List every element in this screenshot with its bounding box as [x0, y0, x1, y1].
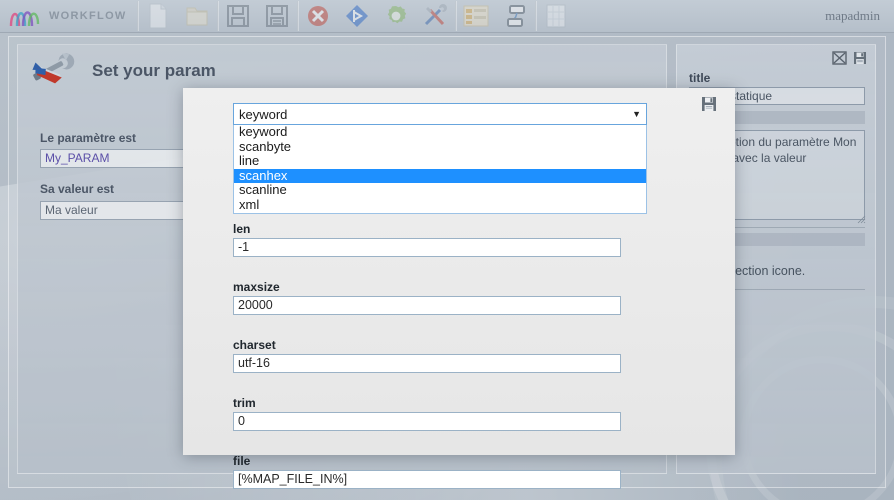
type-combobox-value: keyword [239, 106, 288, 122]
current-user-label: mapadmin [825, 8, 880, 23]
deploy-icon[interactable] [338, 1, 377, 32]
tools-wrench-icon [30, 48, 78, 93]
properties-list-icon[interactable] [457, 1, 496, 32]
top-toolbar: WORKFLOW mapadmin [0, 0, 894, 33]
workflow-logo-icon [9, 11, 40, 27]
parameter-value-input[interactable]: Ma valeur [40, 201, 190, 220]
chevron-down-icon: ▼ [632, 109, 641, 119]
properties-pane-window-buttons [832, 51, 867, 65]
parameter-settings-modal: keyword ▼ keyword scanbyte line scanhex scan… [183, 88, 735, 489]
save-as-icon[interactable] [258, 1, 297, 32]
dropdown-option[interactable]: scanbyte [234, 139, 646, 155]
tools-icon[interactable] [416, 1, 455, 32]
close-icon[interactable] [832, 51, 847, 65]
title-field-label: title [689, 71, 711, 85]
parameter-name-label: Le paramètre est [40, 131, 137, 145]
field-label: len [233, 222, 251, 236]
dropdown-option[interactable]: keyword [234, 124, 646, 140]
parameter-value-label: Sa valeur est [40, 182, 115, 196]
grid-icon[interactable] [537, 1, 576, 32]
open-folder-icon[interactable] [178, 1, 217, 32]
app-logo-text: WORKFLOW [49, 10, 127, 22]
field-input[interactable]: utf-16 [233, 354, 621, 373]
dropdown-option[interactable]: scanline [234, 183, 646, 198]
flow-link-icon[interactable] [496, 1, 535, 32]
save-icon[interactable] [701, 96, 717, 117]
new-document-icon[interactable] [139, 1, 178, 32]
field-input[interactable]: -1 [233, 238, 621, 257]
type-combobox[interactable]: keyword ▼ [233, 103, 647, 125]
settings-gear-icon[interactable] [377, 1, 416, 32]
field-input[interactable]: [%MAP_FILE_IN%] [233, 470, 621, 489]
page-header: Set your param [30, 48, 216, 93]
field-input[interactable]: 20000 [233, 296, 621, 315]
field-label: file [233, 454, 251, 468]
type-dropdown-list[interactable]: keyword scanbyte line scanhex scanline xml [233, 124, 647, 214]
application-window: title valeur statique Description du par… [0, 0, 894, 500]
parameter-name-input[interactable]: My_PARAM [40, 149, 190, 168]
field-label: maxsize [233, 280, 280, 294]
field-label: trim [233, 396, 256, 410]
app-logo: WORKFLOW [0, 4, 137, 28]
save-icon[interactable] [853, 51, 867, 65]
page-title: Set your param [92, 60, 216, 80]
field-input[interactable]: 0 [233, 412, 621, 431]
save-icon[interactable] [219, 1, 258, 32]
dropdown-option[interactable]: line [234, 154, 646, 169]
resize-handle-icon[interactable] [857, 211, 866, 224]
dropdown-option[interactable]: scanhex [234, 168, 646, 184]
delete-icon[interactable] [299, 1, 338, 32]
field-label: charset [233, 338, 276, 352]
dropdown-option[interactable]: xml [234, 197, 646, 213]
